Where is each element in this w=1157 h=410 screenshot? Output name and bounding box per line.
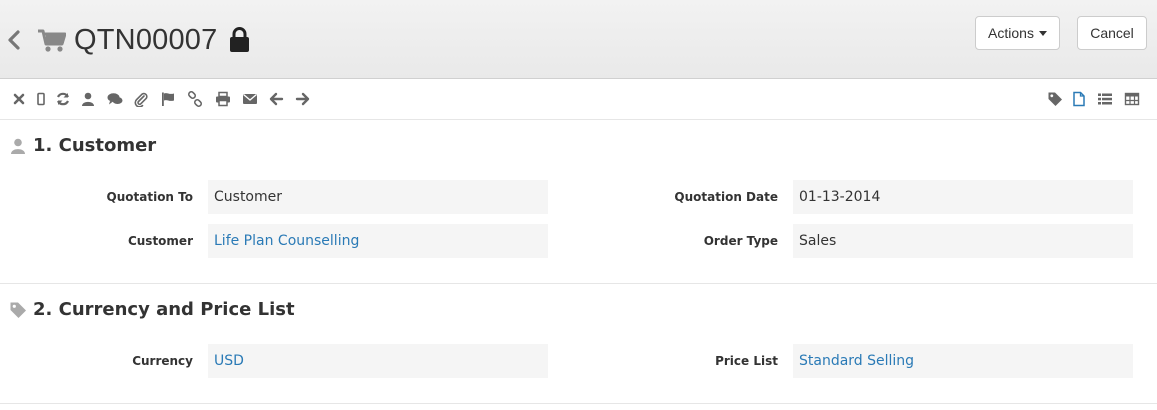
back-chevron-icon[interactable]	[7, 30, 21, 50]
section-title: 2. Currency and Price List	[33, 299, 295, 320]
section-customer-heading: 1. Customer	[9, 135, 309, 157]
price-list-link[interactable]: Standard Selling	[793, 344, 1133, 378]
field-label: Currency	[132, 354, 193, 368]
refresh-icon[interactable]	[55, 91, 71, 107]
link-icon[interactable]	[187, 91, 203, 107]
arrow-right-icon[interactable]	[295, 91, 311, 107]
mobile-icon[interactable]	[33, 91, 49, 107]
currency-link[interactable]: USD	[208, 344, 548, 378]
section-currency-heading: 2. Currency and Price List	[9, 299, 409, 321]
lock-icon	[229, 26, 250, 53]
customer-link[interactable]: Life Plan Counselling	[208, 224, 548, 258]
tag-icon[interactable]	[1047, 91, 1063, 107]
section-divider	[0, 283, 1157, 284]
cancel-button[interactable]: Cancel	[1077, 16, 1147, 50]
envelope-icon[interactable]	[242, 91, 258, 107]
caret-down-icon	[1038, 30, 1047, 36]
field-label: Order Type	[703, 234, 778, 248]
toolbar	[0, 79, 1157, 120]
paperclip-icon[interactable]	[133, 91, 149, 107]
section-title: 1. Customer	[33, 135, 157, 156]
field-label: Price List	[715, 354, 778, 368]
actions-button-label: Actions	[988, 25, 1034, 41]
flag-icon[interactable]	[160, 91, 176, 107]
file-icon[interactable]	[1071, 91, 1087, 107]
page-title: QTN00007	[74, 24, 218, 56]
user-icon[interactable]	[80, 91, 96, 107]
table-icon[interactable]	[1124, 91, 1140, 107]
section-divider	[0, 403, 1157, 404]
tag-icon	[9, 301, 27, 319]
page-header: QTN00007 Actions Cancel	[0, 0, 1157, 79]
list-icon[interactable]	[1097, 91, 1113, 107]
arrow-left-icon[interactable]	[268, 91, 284, 107]
print-icon[interactable]	[215, 91, 231, 107]
field-label: Quotation Date	[674, 190, 778, 204]
field-label: Quotation To	[106, 190, 193, 204]
shopping-cart-icon	[38, 29, 67, 53]
field-label: Customer	[127, 234, 193, 248]
actions-button[interactable]: Actions	[975, 16, 1060, 50]
quotation-date-field[interactable]: 01-13-2014	[793, 180, 1133, 214]
order-type-field[interactable]: Sales	[793, 224, 1133, 258]
quotation-to-field[interactable]: Customer	[208, 180, 548, 214]
user-icon	[9, 137, 27, 155]
close-icon[interactable]	[11, 91, 27, 107]
comments-icon[interactable]	[107, 91, 123, 107]
